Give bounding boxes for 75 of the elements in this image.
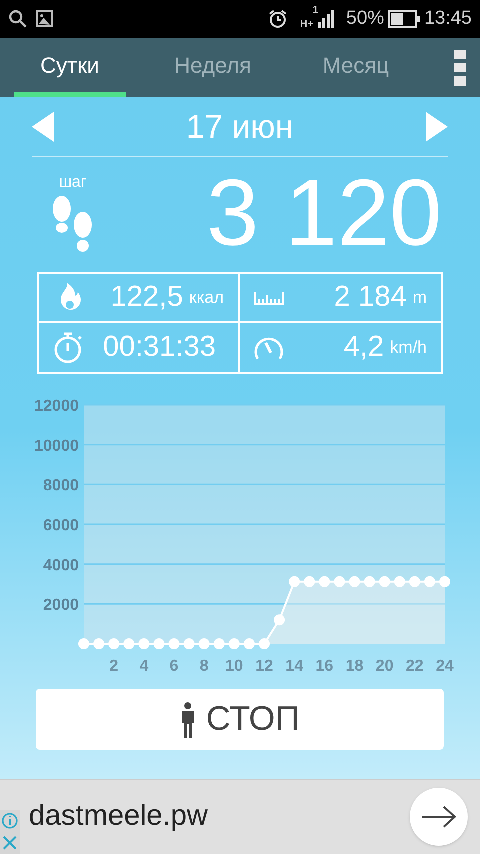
data-point [334, 576, 346, 588]
stat-value: 2 184 [334, 280, 407, 315]
image-icon [36, 10, 54, 28]
y-tick-label: 4000 [43, 557, 79, 574]
data-point [228, 638, 240, 650]
data-point [349, 576, 360, 588]
stat-value: 00:31:33 [103, 330, 216, 365]
data-point [138, 638, 150, 650]
tab[interactable]: Сутки [14, 38, 126, 97]
data-point [259, 638, 270, 650]
x-tick-label: 8 [200, 658, 209, 675]
data-point [379, 576, 390, 588]
alarm-icon [268, 9, 288, 29]
data-point [154, 638, 165, 650]
x-tick-label: 16 [316, 658, 334, 675]
data-point [424, 576, 436, 588]
data-point [244, 638, 255, 650]
y-tick-label: 8000 [43, 478, 79, 495]
x-tick-label: 6 [170, 658, 179, 675]
x-tick-label: 14 [286, 658, 304, 675]
clock: 13:45 [424, 6, 472, 31]
x-tick-label: 4 [140, 658, 149, 675]
battery-icon [388, 10, 420, 28]
data-point [184, 638, 195, 650]
y-tick-label: 10000 [34, 438, 79, 455]
arrow-right-icon [421, 805, 457, 829]
data-point [394, 576, 406, 588]
data-point [319, 576, 330, 588]
next-arrow-icon[interactable] [426, 112, 448, 142]
data-point [274, 614, 286, 626]
data-point [168, 638, 180, 650]
info-icon [0, 810, 20, 832]
ad-text: dastmeele.pw [29, 799, 208, 834]
stat-value: 4,2 [344, 330, 384, 365]
y-tick-label: 6000 [43, 518, 79, 534]
y-tick-label: 12000 [34, 398, 79, 415]
data-point [364, 576, 376, 588]
data-point [94, 638, 105, 650]
data-point [440, 576, 450, 588]
ruler-icon [252, 290, 286, 306]
signal-icon [318, 10, 334, 28]
stat-unit: m [412, 286, 427, 309]
data-point [78, 638, 90, 650]
data-point [289, 576, 300, 588]
ad-banner[interactable]: dastmeele.pw [0, 779, 480, 854]
close-icon[interactable] [0, 832, 20, 854]
stat-unit: ккал [189, 286, 224, 309]
data-point [108, 638, 120, 650]
battery-percent: 50% [346, 6, 384, 31]
data-point [304, 576, 316, 588]
data-point [198, 638, 210, 650]
x-tick-label: 2 [110, 658, 119, 675]
previous-arrow-icon[interactable] [32, 112, 54, 142]
x-tick-label: 24 [436, 658, 454, 675]
stop-button[interactable]: СТОП [36, 689, 444, 750]
x-tick-label: 22 [406, 658, 424, 675]
x-tick-label: 10 [226, 658, 244, 675]
stat-value: 122,5 [110, 280, 184, 315]
person-icon [180, 702, 196, 738]
data-point [124, 638, 135, 650]
steps-label: шаг [59, 173, 87, 193]
x-tick-label: 20 [376, 658, 394, 675]
y-tick-label: 2000 [43, 597, 79, 614]
search-icon [8, 9, 28, 29]
x-tick-label: 12 [256, 658, 274, 675]
network-type: H+ [300, 20, 314, 30]
sim-number: 1 [312, 6, 318, 16]
date-label: 17 июн [186, 106, 294, 147]
data-point [409, 576, 420, 588]
data-point [214, 638, 225, 650]
go-button[interactable] [410, 788, 468, 846]
stat-unit: km/h [390, 336, 427, 359]
overflow-menu-icon [454, 50, 466, 86]
x-tick-label: 18 [346, 658, 364, 675]
step-count: 3 120 [206, 166, 442, 260]
